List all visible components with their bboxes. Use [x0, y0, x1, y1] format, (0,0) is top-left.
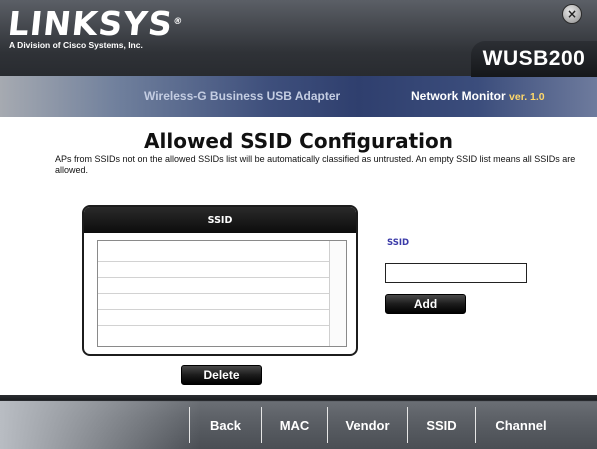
ssid-list-row[interactable] — [98, 309, 330, 310]
delete-button-label: Delete — [203, 368, 240, 382]
nav-channel[interactable]: Channel — [476, 401, 566, 449]
add-button-label: Add — [413, 297, 438, 311]
nav-vendor-label: Vendor — [345, 417, 390, 433]
ssid-list-panel: SSID — [82, 205, 358, 356]
close-icon: × — [566, 7, 578, 21]
ssid-field-label: SSID — [387, 238, 410, 248]
nav-decoration — [0, 401, 200, 449]
registered-mark: ® — [172, 17, 184, 27]
version-label: ver. 1.0 — [509, 91, 545, 103]
model-name: WUSB200 — [482, 47, 586, 70]
ssid-list-row[interactable] — [98, 261, 330, 262]
page-description: APs from SSIDs not on the allowed SSIDs … — [55, 154, 576, 175]
product-name: Wireless-G Business USB Adapter — [144, 89, 341, 103]
ssid-input[interactable] — [385, 263, 527, 283]
nav-back[interactable]: Back — [190, 401, 261, 449]
close-button[interactable]: × — [562, 4, 582, 24]
ssid-listbox[interactable] — [97, 240, 347, 347]
app-name: Network Monitor — [411, 89, 506, 103]
nav-ssid[interactable]: SSID — [408, 401, 475, 449]
ssid-list-scrollbar[interactable] — [329, 241, 346, 346]
ssid-list-row[interactable] — [98, 277, 330, 278]
model-tab: WUSB200 — [471, 41, 597, 77]
ssid-column-header: SSID — [207, 214, 233, 226]
add-button[interactable]: Add — [385, 294, 466, 314]
app-header: LINKSYS® A Division of Cisco Systems, In… — [0, 0, 597, 117]
nav-ssid-label: SSID — [426, 417, 457, 433]
ssid-list-row[interactable] — [98, 325, 330, 326]
ssid-list-header: SSID — [84, 207, 356, 233]
nav-mac[interactable]: MAC — [262, 401, 327, 449]
linksys-logo: LINKSYS® — [6, 4, 185, 43]
main-content: Allowed SSID Configuration APs from SSID… — [0, 117, 597, 395]
page-title: Allowed SSID Configuration — [144, 129, 453, 153]
nav-vendor[interactable]: Vendor — [328, 401, 407, 449]
delete-button[interactable]: Delete — [181, 365, 262, 385]
ssid-list-row[interactable] — [98, 293, 330, 294]
bottom-nav: Back MAC Vendor SSID Channel — [0, 395, 597, 449]
app-name-version: Network Monitor ver. 1.0 — [411, 89, 545, 103]
nav-mac-label: MAC — [279, 417, 310, 433]
brand-text: LINKSYS — [6, 4, 176, 43]
nav-channel-label: Channel — [495, 417, 547, 433]
nav-back-label: Back — [209, 417, 242, 433]
brand-subtitle: A Division of Cisco Systems, Inc. — [9, 40, 143, 50]
product-band: Wireless-G Business USB Adapter Network … — [0, 76, 597, 117]
